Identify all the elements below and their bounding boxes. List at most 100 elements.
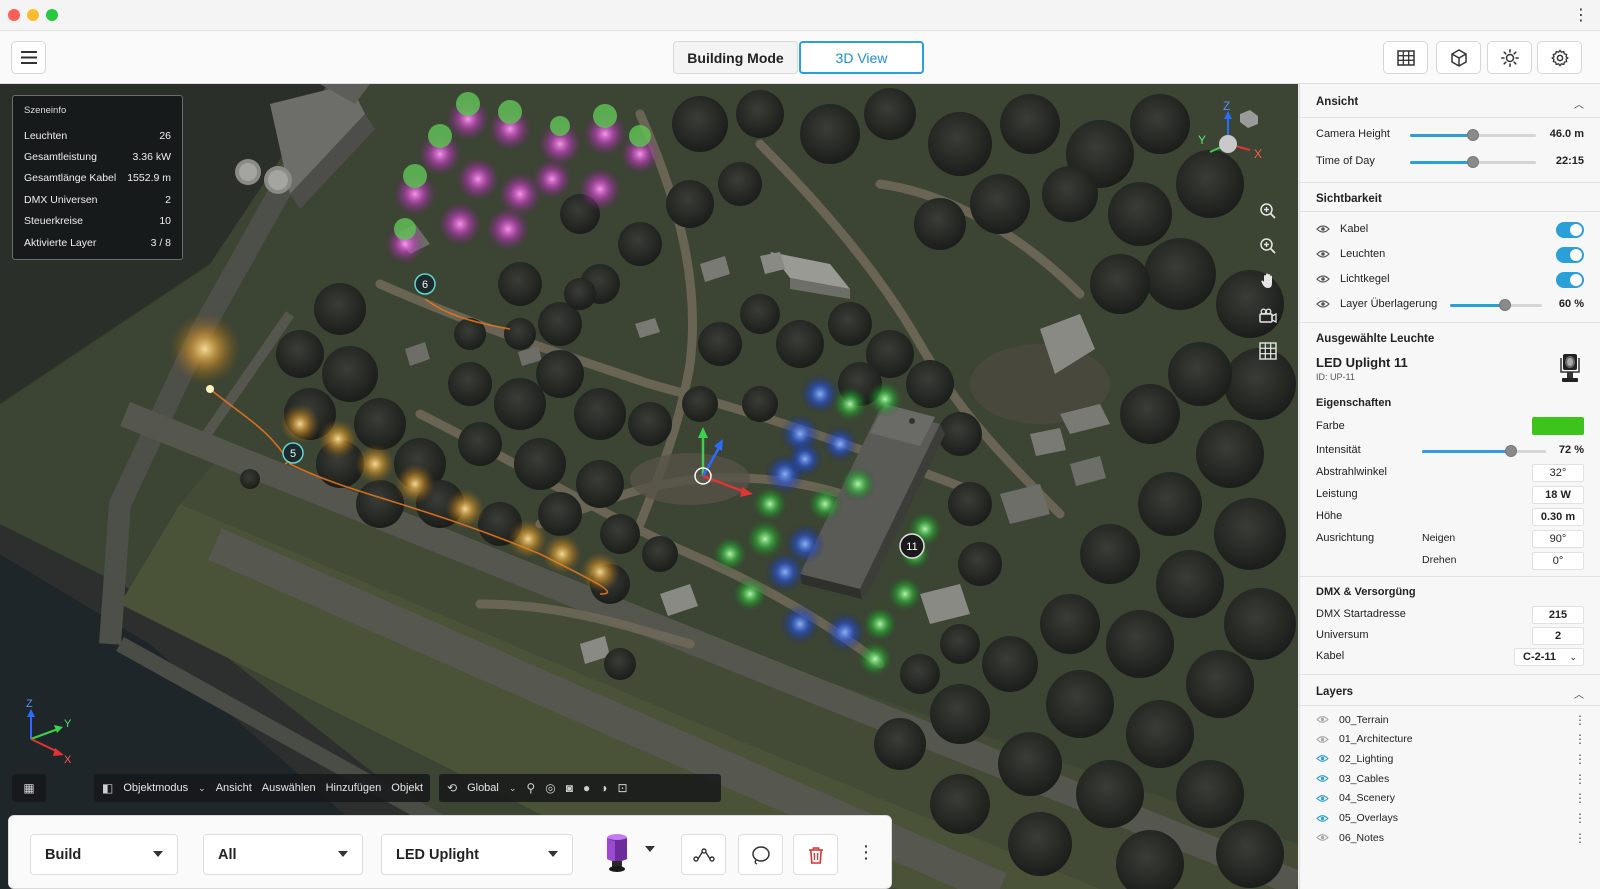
fixture-marker-6[interactable]: 6	[414, 273, 436, 295]
drehen-label: Drehen	[1422, 554, 1457, 566]
fixture-marker-11[interactable]: 11	[899, 533, 925, 559]
more-vertical-icon[interactable]: ⋮	[1574, 732, 1586, 746]
hamburger-menu-button[interactable]	[11, 41, 46, 74]
universum-field[interactable]: 2	[1532, 627, 1584, 645]
leistung-label: Leistung	[1316, 488, 1358, 500]
shading-solid-icon[interactable]: ●	[583, 781, 590, 795]
fixture-type-select[interactable]: LED Uplight	[381, 834, 573, 875]
menu-objekt[interactable]: Objekt	[391, 782, 423, 794]
object-mode-dropdown[interactable]: Objektmodus	[123, 782, 188, 794]
drehen-field[interactable]: 0°	[1532, 552, 1584, 570]
more-options-icon[interactable]: ⋮	[857, 842, 875, 863]
building-mode-button[interactable]: Building Mode	[673, 41, 798, 74]
shading-material-icon[interactable]: ◑	[600, 781, 607, 795]
dmx-start-field[interactable]: 215	[1532, 606, 1584, 624]
more-vertical-icon[interactable]: ⋮	[1574, 811, 1586, 825]
layer-row[interactable]: 04_Scenery ⋮	[1316, 789, 1586, 808]
eye-icon[interactable]	[1316, 754, 1329, 763]
3d-view-button[interactable]: 3D View	[799, 41, 924, 74]
layer-row[interactable]: 05_Overlays ⋮	[1316, 809, 1586, 828]
slider-knob[interactable]	[1505, 445, 1518, 457]
chevron-up-icon[interactable]: ︿	[1574, 96, 1584, 111]
cube-view-button[interactable]	[1436, 41, 1481, 74]
color-swatch[interactable]	[1532, 417, 1584, 435]
pan-button[interactable]	[1253, 266, 1283, 296]
zoom-window-button[interactable]	[46, 9, 58, 21]
fixture-marker-5[interactable]: 5	[282, 442, 304, 464]
overlay-icon[interactable]: ◙	[566, 781, 573, 795]
eye-icon[interactable]	[1316, 794, 1329, 803]
scene-info-row: Aktivierte Layer 3 / 8	[24, 236, 171, 249]
layer-row[interactable]: 06_Notes ⋮	[1316, 828, 1586, 847]
delete-button[interactable]	[793, 834, 838, 875]
abstrahlwinkel-field[interactable]: 32°	[1532, 464, 1584, 482]
snap-icon[interactable]: ⚲	[526, 781, 535, 795]
3d-viewport[interactable]: 6 5 11 Z Y X Z Y X Szeneinfo Leuchten 26…	[0, 84, 1298, 889]
eye-icon[interactable]	[1316, 774, 1329, 783]
eye-icon[interactable]	[1316, 735, 1329, 744]
filter-value: All	[218, 846, 237, 863]
minimize-window-button[interactable]	[27, 9, 39, 21]
transform-orientation-dropdown[interactable]: Global	[467, 782, 499, 794]
lichtkegel-toggle[interactable]	[1556, 272, 1584, 288]
menu-ansicht[interactable]: Ansicht	[216, 782, 252, 794]
zoom-in-button[interactable]	[1253, 196, 1283, 226]
time-of-day-slider[interactable]	[1410, 156, 1536, 168]
proportional-edit-icon[interactable]: ◎	[545, 781, 555, 795]
leistung-field[interactable]: 18 W	[1532, 486, 1584, 504]
top-toolbar: Building Mode 3D View	[0, 31, 1600, 84]
intensity-slider[interactable]	[1422, 445, 1546, 457]
more-vertical-icon[interactable]: ⋮	[1574, 713, 1586, 727]
more-vertical-icon[interactable]: ⋮	[1573, 5, 1589, 25]
menu-hinzufuegen[interactable]: Hinzufügen	[326, 782, 382, 794]
layer-row[interactable]: 03_Cables ⋮	[1316, 769, 1586, 788]
leuchten-toggle[interactable]	[1556, 247, 1584, 263]
hamburger-icon	[20, 51, 37, 64]
kabel-select[interactable]: C-2-11 ⌄	[1514, 648, 1584, 666]
fixture-preview-button[interactable]	[595, 829, 639, 877]
camera-view-icon[interactable]: ⊡	[617, 781, 627, 795]
layer-name: 01_Architecture	[1339, 733, 1413, 746]
grid-view-button[interactable]	[1383, 41, 1428, 74]
layer-row[interactable]: 02_Lighting ⋮	[1316, 749, 1586, 768]
uplight-fixture-icon	[607, 834, 627, 872]
camera-button[interactable]	[1253, 301, 1283, 331]
intensitaet-label: Intensität	[1316, 444, 1361, 456]
divider	[1300, 182, 1600, 183]
grid-toggle-button[interactable]	[1253, 336, 1283, 366]
section-ansicht-title: Ansicht	[1316, 96, 1359, 108]
hoehe-field[interactable]: 0.30 m	[1532, 508, 1584, 526]
zoom-fit-button[interactable]	[1253, 231, 1283, 261]
slider-knob[interactable]	[1499, 299, 1512, 311]
park-scene[interactable]: 6 5 11 Z Y X Z Y X	[0, 84, 1298, 889]
fixture-dropdown-caret-icon[interactable]	[645, 846, 655, 852]
kabel-toggle[interactable]	[1556, 222, 1584, 238]
eye-icon[interactable]	[1316, 814, 1329, 823]
layer-row[interactable]: 00_Terrain ⋮	[1316, 710, 1586, 729]
eye-icon[interactable]	[1316, 715, 1329, 724]
layer-row[interactable]: 01_Architecture ⋮	[1316, 730, 1586, 749]
build-mode-select[interactable]: Build	[30, 834, 178, 875]
settings-button[interactable]	[1537, 41, 1582, 74]
lasso-select-button[interactable]	[738, 834, 783, 875]
cable-tool-button[interactable]	[681, 834, 726, 875]
kabel-label: Kabel	[1316, 650, 1345, 662]
more-vertical-icon[interactable]: ⋮	[1574, 831, 1586, 845]
more-vertical-icon[interactable]: ⋮	[1574, 772, 1586, 786]
camera-height-slider[interactable]	[1410, 129, 1536, 141]
filter-select[interactable]: All	[203, 834, 363, 875]
chevron-up-icon[interactable]: ︿	[1574, 686, 1584, 701]
slider-knob[interactable]	[1467, 129, 1479, 141]
editor-type-button[interactable]: ▦	[12, 774, 46, 802]
close-window-button[interactable]	[8, 9, 20, 21]
layer-overlay-slider[interactable]	[1450, 299, 1542, 311]
eye-icon[interactable]	[1316, 833, 1329, 842]
lighting-button[interactable]	[1487, 41, 1532, 74]
more-vertical-icon[interactable]: ⋮	[1574, 752, 1586, 766]
visibility-leuchten-label: Leuchten	[1340, 248, 1386, 260]
menu-auswaehlen[interactable]: Auswählen	[262, 782, 316, 794]
neigen-field[interactable]: 90°	[1532, 530, 1584, 548]
more-vertical-icon[interactable]: ⋮	[1574, 791, 1586, 805]
slider-knob[interactable]	[1467, 156, 1479, 168]
layer-name: 04_Scenery	[1339, 792, 1396, 805]
